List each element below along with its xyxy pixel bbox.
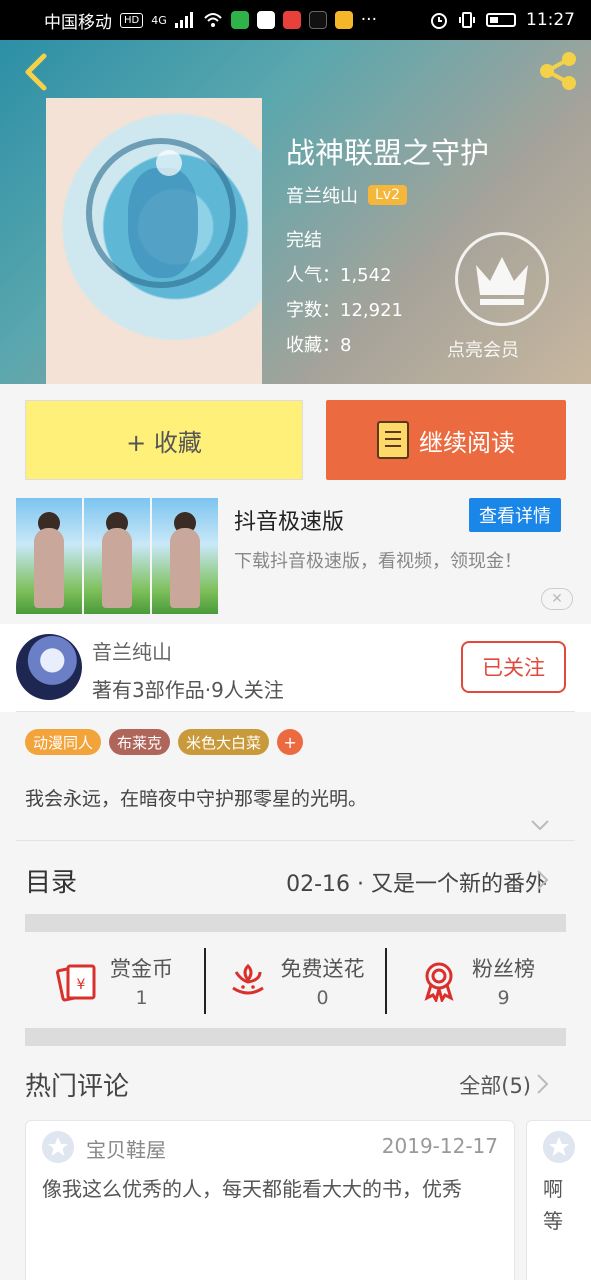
- ad-banner[interactable]: 抖音极速版 查看详情 下载抖音极速版，看视频，领现金！ ✕: [0, 492, 591, 620]
- crown-icon: [476, 257, 528, 305]
- alarm-icon: [431, 13, 447, 29]
- section-separator: [25, 914, 566, 932]
- comment-date: 2019-12-17: [381, 1134, 498, 1158]
- book-popularity: 人气：1,542: [286, 265, 392, 286]
- app-notification-icon: [256, 11, 275, 29]
- chevron-down-icon[interactable]: [530, 815, 550, 835]
- free-flowers-value: 0: [316, 987, 329, 1009]
- vip-label[interactable]: 点亮会员: [447, 336, 519, 362]
- app-notification-icon: [334, 11, 353, 29]
- author-avatar[interactable]: [16, 634, 82, 700]
- comment-card[interactable]: 宝贝鞋屋 2019-12-17 像我这么优秀的人，每天都能看大大的书，优秀: [25, 1120, 515, 1280]
- add-tag-button[interactable]: +: [277, 729, 304, 755]
- all-comments-link[interactable]: 全部(5): [459, 1070, 531, 1100]
- reward-coins-value: 1: [135, 987, 148, 1009]
- cover-art-figure: [128, 168, 198, 278]
- medal-icon: [424, 962, 454, 1002]
- tag-list: 动漫同人 布莱克 米色大白菜 +: [25, 729, 304, 755]
- author-name[interactable]: 音兰纯山: [92, 636, 172, 665]
- chevron-right-icon[interactable]: [536, 1073, 550, 1095]
- book-author-row: 音兰纯山 Lv2: [286, 182, 407, 208]
- carrier-label: 中国移动: [44, 12, 112, 33]
- user-star-icon: [42, 1131, 74, 1163]
- reward-coins-label: 赏金币: [110, 957, 173, 981]
- collect-button[interactable]: + 收藏: [25, 400, 303, 480]
- signal-icon: [174, 12, 193, 28]
- follow-button[interactable]: 已关注: [461, 641, 566, 693]
- free-flowers[interactable]: 免费送花 0: [204, 948, 385, 1014]
- fan-ranking-value: 9: [497, 987, 510, 1009]
- book-author[interactable]: 音兰纯山: [286, 182, 358, 208]
- ad-title[interactable]: 抖音极速版: [234, 504, 344, 536]
- latest-chapter[interactable]: 02-16 · 又是一个新的番外: [286, 866, 547, 898]
- ad-details-button[interactable]: 查看详情: [469, 498, 561, 532]
- cover-art-highlight: [156, 150, 182, 176]
- app-notification-icon: [230, 11, 249, 29]
- hot-comments-title: 热门评论: [25, 1072, 130, 1102]
- comment-text: 啊 等: [543, 1177, 563, 1233]
- wifi-icon: [204, 13, 222, 27]
- author-card[interactable]: 音兰纯山 著有3部作品·9人关注 已关注: [0, 624, 591, 712]
- divider: [16, 711, 575, 712]
- network-type: 4G: [151, 13, 167, 27]
- more-notifications: ···: [360, 10, 377, 30]
- comment-card[interactable]: 啊 等: [526, 1120, 591, 1280]
- interaction-stats: ¥ 赏金币 1 免费送花 0 粉丝榜 9: [25, 948, 566, 1014]
- flower-icon: [231, 963, 264, 995]
- divider: [16, 840, 575, 841]
- continue-reading-button[interactable]: 继续阅读: [326, 400, 566, 480]
- comment-text: 像我这么优秀的人，每天都能看大大的书，优秀: [42, 1177, 462, 1201]
- app-notification-icon: [282, 11, 301, 29]
- battery-icon: [486, 13, 516, 27]
- ad-thumbnail: [16, 498, 82, 614]
- tag-chip[interactable]: 动漫同人: [25, 729, 102, 755]
- back-icon[interactable]: [18, 52, 58, 92]
- fan-ranking[interactable]: 粉丝榜 9: [385, 948, 566, 1014]
- free-flowers-label: 免费送花: [280, 957, 365, 981]
- comment-user[interactable]: 宝贝鞋屋: [86, 1134, 166, 1163]
- status-bar: 中国移动 HD 4G ··· 11:27: [0, 0, 591, 40]
- clock: 11:27: [526, 10, 575, 30]
- svg-text:¥: ¥: [77, 977, 86, 993]
- book-word-count: 字数：12,921: [286, 300, 403, 321]
- author-summary: 著有3部作品·9人关注: [92, 678, 284, 702]
- vip-crown-button[interactable]: [455, 232, 549, 326]
- level-badge: Lv2: [368, 185, 407, 205]
- book-icon: [377, 421, 409, 459]
- book-intro: 我会永远，在暗夜中守护那零星的光明。: [25, 788, 368, 810]
- fan-ranking-label: 粉丝榜: [472, 957, 535, 981]
- red-envelope-icon: ¥: [56, 964, 96, 1002]
- share-icon[interactable]: [535, 48, 581, 94]
- ad-thumbnail: [152, 498, 218, 614]
- tiktok-notification-icon: [308, 11, 327, 29]
- user-star-icon: [543, 1131, 575, 1163]
- chevron-right-icon[interactable]: [536, 869, 550, 891]
- book-title: 战神联盟之守护: [286, 136, 490, 170]
- tag-chip[interactable]: 米色大白菜: [178, 729, 270, 755]
- book-status: 完结: [286, 230, 322, 251]
- catalog-title[interactable]: 目录: [25, 862, 77, 899]
- ad-description[interactable]: 下载抖音极速版，看视频，领现金！: [234, 548, 554, 576]
- section-separator: [25, 1028, 566, 1046]
- tag-chip[interactable]: 布莱克: [109, 729, 171, 755]
- reward-coins[interactable]: ¥ 赏金币 1: [25, 948, 204, 1014]
- hd-indicator: HD: [120, 12, 144, 28]
- ad-thumbnails[interactable]: [16, 498, 218, 614]
- book-cover[interactable]: [46, 98, 262, 384]
- continue-reading-label: 继续阅读: [419, 428, 515, 457]
- book-favorites: 收藏：8: [286, 335, 352, 356]
- ad-close-button[interactable]: ✕: [541, 588, 573, 610]
- book-header: 战神联盟之守护 音兰纯山 Lv2 完结 人气：1,542 字数：12,921 收…: [0, 40, 591, 384]
- ad-thumbnail: [84, 498, 150, 614]
- vibrate-icon: [459, 12, 475, 28]
